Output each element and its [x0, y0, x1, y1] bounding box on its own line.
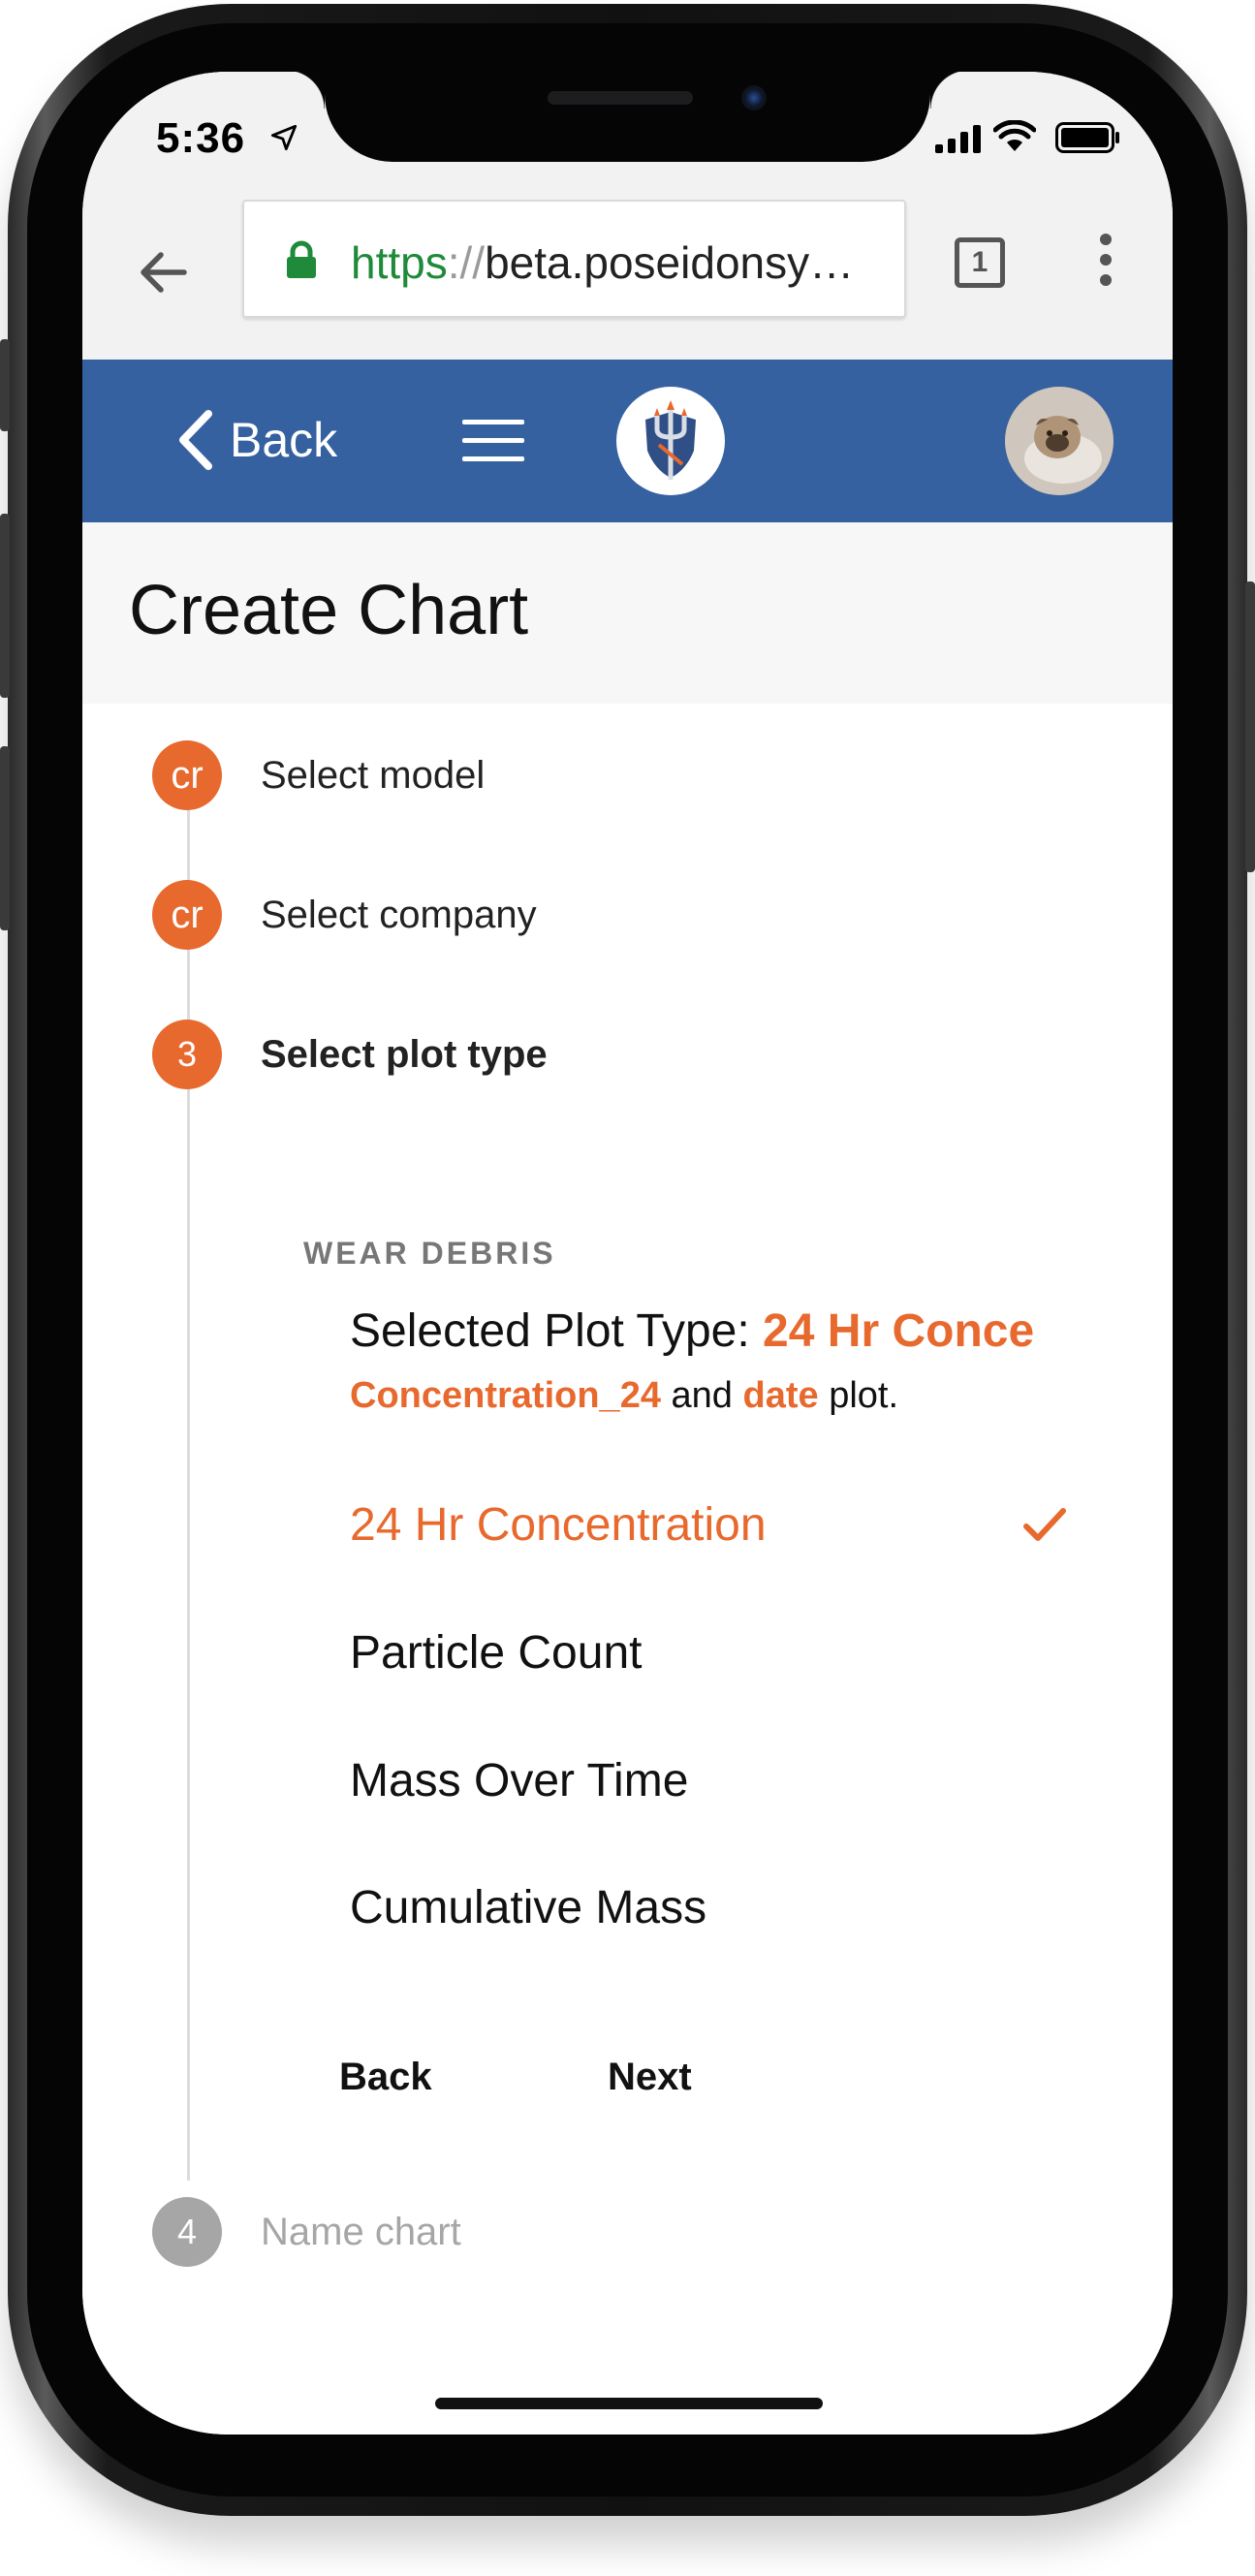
avatar-photo — [1005, 387, 1114, 495]
header-back-label: Back — [230, 413, 338, 467]
lock-icon — [287, 240, 316, 278]
plot-option-label: Cumulative Mass — [350, 1882, 707, 1933]
address-bar[interactable]: https://beta.poseidonsy… — [242, 200, 906, 318]
step-select-model[interactable]: cr Select model — [152, 740, 485, 810]
selected-plot-prefix: Selected Plot Type: — [350, 1305, 764, 1357]
step-name-chart[interactable]: 4 Name chart — [152, 2197, 461, 2267]
cellular-signal-icon — [935, 124, 981, 153]
stepper-back-button[interactable]: Back — [339, 2056, 432, 2099]
plot-option-label: 24 Hr Concentration — [350, 1499, 767, 1551]
side-button-volume-down — [0, 746, 10, 930]
user-avatar[interactable] — [1005, 387, 1114, 495]
trident-shield-icon — [645, 400, 696, 480]
step-label: Name chart — [261, 2210, 461, 2253]
browser-menu-icon[interactable] — [1098, 234, 1114, 292]
speaker-grille — [548, 91, 693, 105]
poseidon-logo[interactable] — [616, 387, 725, 495]
step-label: Select company — [261, 893, 537, 936]
selected-plot-description: Concentration_24 and date plot. — [350, 1375, 898, 1417]
step-label: Select plot type — [261, 1032, 548, 1076]
chevron-left-icon — [179, 410, 212, 470]
status-time: 5:36 — [156, 114, 246, 162]
plot-option-cumulative-mass[interactable]: Cumulative Mass — [350, 1865, 1067, 1952]
plot-option-label: Particle Count — [350, 1627, 643, 1679]
desc-suffix: plot. — [818, 1375, 899, 1416]
side-button-power — [1245, 581, 1255, 872]
location-arrow-icon — [270, 124, 298, 151]
browser-back-icon[interactable] — [136, 245, 190, 299]
step-select-company[interactable]: cr Select company — [152, 880, 537, 950]
desc-field-1: Concentration_24 — [350, 1375, 661, 1416]
home-indicator[interactable] — [435, 2398, 823, 2409]
stepper-next-button[interactable]: Next — [608, 2056, 692, 2099]
url-scheme: https — [351, 237, 448, 288]
header-back-button[interactable]: Back — [175, 408, 337, 472]
front-camera — [741, 85, 767, 110]
plot-option-particle-count[interactable]: Particle Count — [350, 1610, 1067, 1697]
plot-option-24hr-concentration[interactable]: 24 Hr Concentration — [350, 1482, 1067, 1569]
selected-plot-type: Selected Plot Type: 24 Hr Conce — [350, 1304, 1034, 1358]
step-badge: cr — [152, 880, 222, 950]
wifi-icon — [993, 120, 1036, 151]
battery-icon — [1055, 122, 1119, 153]
hamburger-menu-icon[interactable] — [462, 420, 524, 462]
stepper-connector-line — [187, 777, 190, 2181]
step-select-plot-type[interactable]: 3 Select plot type — [152, 1020, 548, 1089]
step-label: Select model — [261, 753, 486, 797]
url-text: https://beta.poseidonsy… — [351, 236, 854, 289]
plot-group-heading: WEAR DEBRIS — [303, 1236, 556, 1271]
title-bar: Create Chart — [82, 522, 1173, 704]
phone-screen: 5:36 https://beta.poseidonsy… 1 Back Cre… — [82, 72, 1173, 2435]
plot-option-mass-over-time[interactable]: Mass Over Time — [350, 1738, 1067, 1825]
step-badge: 4 — [152, 2197, 222, 2267]
checkmark-icon — [1023, 1508, 1066, 1541]
step-badge: 3 — [152, 1020, 222, 1089]
page-title: Create Chart — [129, 572, 529, 649]
step-badge: cr — [152, 740, 222, 810]
app-header: Back — [82, 360, 1173, 522]
notch — [286, 72, 930, 162]
browser-toolbar: https://beta.poseidonsy… 1 — [82, 183, 1173, 360]
plot-option-label: Mass Over Time — [350, 1755, 689, 1806]
side-button-volume-up — [0, 514, 10, 698]
desc-field-2: date — [742, 1375, 819, 1416]
url-host: beta.poseidonsy… — [485, 237, 855, 288]
tab-switcher-button[interactable]: 1 — [955, 237, 1005, 288]
url-separator: :// — [447, 237, 486, 288]
selected-plot-value: 24 Hr Conce — [763, 1305, 1035, 1357]
desc-and: and — [660, 1375, 743, 1416]
side-button-silent — [0, 339, 10, 431]
chart-stepper: cr Select model cr Select company 3 Sele… — [82, 704, 1173, 2267]
